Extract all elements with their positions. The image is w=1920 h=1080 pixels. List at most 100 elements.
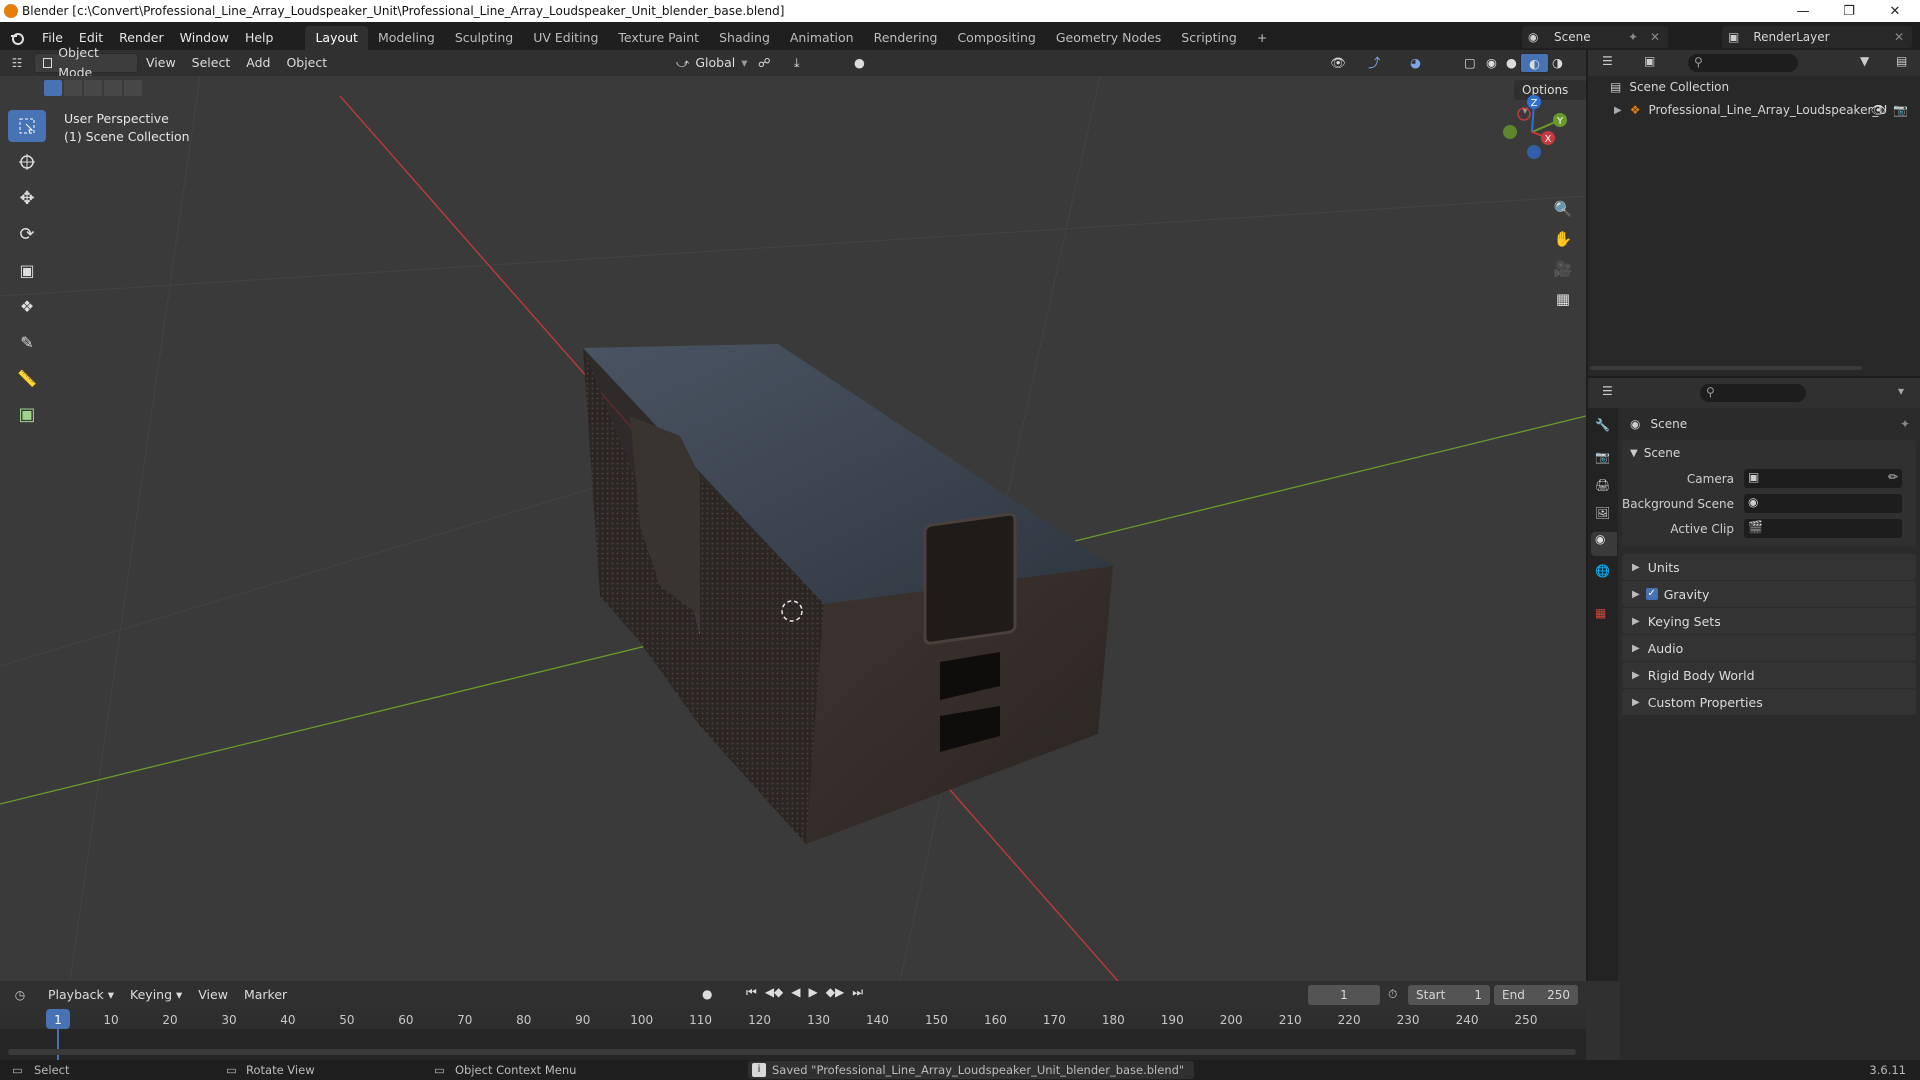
scene-close-icon[interactable]: ✕	[1650, 30, 1660, 44]
viewport-menu-select[interactable]: Select	[184, 53, 239, 73]
eye-icon[interactable]: 👁	[1871, 103, 1886, 117]
tab-scripting[interactable]: Scripting	[1171, 26, 1247, 50]
tool-tab-icon[interactable]: 🔧	[1595, 418, 1610, 432]
properties-search-input[interactable]: ⚲	[1700, 384, 1806, 402]
tab-compositing[interactable]: Compositing	[947, 26, 1045, 50]
preview-range-icon[interactable]: ⏱	[1388, 987, 1397, 1002]
tab-shading[interactable]: Shading	[709, 26, 780, 50]
zoom-icon[interactable]: 🔍	[1550, 194, 1576, 224]
panel-gravity[interactable]: ▶ ✓ Gravity	[1622, 581, 1916, 607]
viewport-menu-view[interactable]: View	[138, 53, 184, 73]
minimize-icon[interactable]: —	[1780, 0, 1826, 22]
renderlayer-selector[interactable]: ▣ RenderLayer ✕	[1722, 26, 1912, 48]
viewport-menu-object[interactable]: Object	[278, 53, 335, 73]
outliner-item[interactable]: ▶ ❖ Professional_Line_Array_Loudspeaker_…	[1614, 100, 1914, 120]
current-frame-field[interactable]: 1	[1308, 985, 1380, 1005]
select-extend-icon[interactable]	[64, 80, 82, 96]
timeline-editor-icon[interactable]: ◷	[0, 988, 40, 1002]
gizmo-toggle-icon[interactable]: ⤴	[1360, 53, 1389, 73]
tab-modeling[interactable]: Modeling	[368, 26, 445, 50]
select-box-tool-icon[interactable]	[8, 110, 46, 142]
jump-start-icon[interactable]: ⏮	[746, 985, 757, 1000]
renderlayer-close-icon[interactable]: ✕	[1894, 30, 1904, 44]
panel-custom-properties[interactable]: ▶ Custom Properties	[1622, 689, 1916, 715]
mode-dropdown[interactable]: Object Mode	[34, 45, 138, 80]
timeline[interactable]: 1 10 20 30 40 50 60 70 80 90 100 110 120 130 140 150 160…	[0, 1009, 1586, 1060]
background-scene-field[interactable]: ◉	[1744, 494, 1902, 513]
outliner-scrollbar[interactable]	[1590, 366, 1862, 370]
scene-selector[interactable]: ◉ Scene ✦ ✕	[1522, 26, 1668, 48]
record-icon[interactable]: ●	[702, 987, 712, 1001]
world-tab-icon[interactable]: 🌐	[1595, 564, 1610, 578]
3d-viewport[interactable]: User Perspective (1) Scene Collection Op…	[0, 76, 1586, 981]
play-icon[interactable]: ▶	[809, 985, 818, 1000]
menu-help[interactable]: Help	[237, 26, 282, 50]
close-icon[interactable]: ✕	[1872, 0, 1918, 22]
new-collection-icon[interactable]: ▤	[1896, 54, 1907, 68]
active-clip-field[interactable]: 🎬	[1744, 519, 1902, 538]
select-new-icon[interactable]	[44, 80, 62, 96]
move-tool-icon[interactable]: ✥	[8, 182, 46, 214]
gravity-checkbox[interactable]: ✓	[1645, 588, 1658, 600]
start-frame-field[interactable]: Start 1	[1408, 985, 1490, 1005]
editor-type-icon[interactable]: ☷	[0, 56, 34, 70]
select-intersect-icon[interactable]	[124, 80, 142, 96]
panel-rigid-body-world[interactable]: ▶ Rigid Body World	[1622, 662, 1916, 688]
tab-rendering[interactable]: Rendering	[864, 26, 948, 50]
outliner-root[interactable]: ▤ Scene Collection	[1610, 80, 1729, 94]
texture-tab-icon[interactable]: ▦	[1595, 606, 1606, 620]
rotate-tool-icon[interactable]: ⟳	[8, 218, 46, 250]
pin-icon[interactable]: ✦	[1900, 417, 1910, 431]
outliner-search-input[interactable]: ⚲	[1688, 54, 1798, 72]
panel-keying-sets[interactable]: ▶ Keying Sets	[1622, 608, 1916, 634]
outliner-editor-icon[interactable]: ☰	[1602, 54, 1613, 68]
filter-icon[interactable]: ▼	[1860, 54, 1869, 68]
output-tab-icon[interactable]: 🖨	[1595, 478, 1610, 492]
timeline-scrollbar[interactable]	[8, 1049, 1576, 1055]
tab-layout[interactable]: Layout	[305, 26, 368, 50]
visibility-icon[interactable]: 👁	[1322, 53, 1354, 73]
end-frame-field[interactable]: End 250	[1494, 985, 1578, 1005]
perspective-toggle-icon[interactable]: ▦	[1550, 284, 1576, 314]
camera-render-icon[interactable]: 📷	[1893, 103, 1908, 117]
navigation-gizmo[interactable]: Z Y X	[1494, 92, 1570, 172]
display-mode-icon[interactable]: ▣	[1644, 54, 1655, 68]
play-reverse-icon[interactable]: ◀	[791, 985, 800, 1000]
annotate-tool-icon[interactable]: ✎	[8, 326, 46, 358]
transform-orientation-dropdown[interactable]: ⤻ Global ▾	[668, 53, 756, 73]
properties-options-icon[interactable]: ▾	[1898, 384, 1904, 398]
frame-ruler[interactable]: 1 10 20 30 40 50 60 70 80 90 100 110 120 130 140 150 160…	[0, 1009, 1586, 1029]
add-cube-tool-icon[interactable]: ▣	[8, 398, 46, 430]
expand-arrow-icon[interactable]: ▶	[1614, 105, 1622, 116]
proportional-edit-icon[interactable]: ●	[846, 53, 873, 73]
timeline-menu-keying[interactable]: Keying ▾	[122, 985, 190, 1005]
pan-hand-icon[interactable]: ✋	[1550, 224, 1576, 254]
camera-view-icon[interactable]: 🎥	[1550, 254, 1576, 284]
rendered-shading-icon[interactable]: ◑	[1544, 53, 1571, 73]
tab-animation[interactable]: Animation	[780, 26, 864, 50]
scale-tool-icon[interactable]: ▣	[8, 254, 46, 286]
restore-icon[interactable]: ❐	[1826, 0, 1872, 22]
loudspeaker-model[interactable]	[583, 344, 1113, 844]
snap-icon[interactable]: ⤓	[786, 53, 808, 73]
tab-sculpting[interactable]: Sculpting	[445, 26, 523, 50]
camera-field[interactable]: ▣ ✏	[1744, 469, 1902, 488]
view-layer-tab-icon[interactable]: 🖼	[1595, 506, 1610, 520]
cursor-tool-icon[interactable]	[8, 146, 46, 178]
tab-uv-editing[interactable]: UV Editing	[523, 26, 608, 50]
timeline-menu-view[interactable]: View	[190, 985, 236, 1005]
add-workspace-icon[interactable]: +	[1247, 26, 1277, 50]
timeline-menu-playback[interactable]: Playback ▾	[40, 985, 122, 1005]
tab-geometry-nodes[interactable]: Geometry Nodes	[1046, 26, 1171, 50]
prev-keyframe-icon[interactable]: ◀◆	[765, 985, 783, 1000]
overlays-icon[interactable]: ◕	[1402, 53, 1429, 73]
menu-window[interactable]: Window	[172, 26, 237, 50]
tab-texture-paint[interactable]: Texture Paint	[608, 26, 709, 50]
render-tab-icon[interactable]: 📷	[1595, 450, 1610, 464]
pin-icon[interactable]: ✦	[1628, 30, 1638, 44]
transform-tool-icon[interactable]: ❖	[8, 290, 46, 322]
select-invert-icon[interactable]	[104, 80, 122, 96]
panel-units[interactable]: ▶ Units	[1622, 554, 1916, 580]
scene-tab-icon[interactable]: ◉	[1591, 532, 1617, 556]
measure-tool-icon[interactable]: 📏	[8, 362, 46, 394]
